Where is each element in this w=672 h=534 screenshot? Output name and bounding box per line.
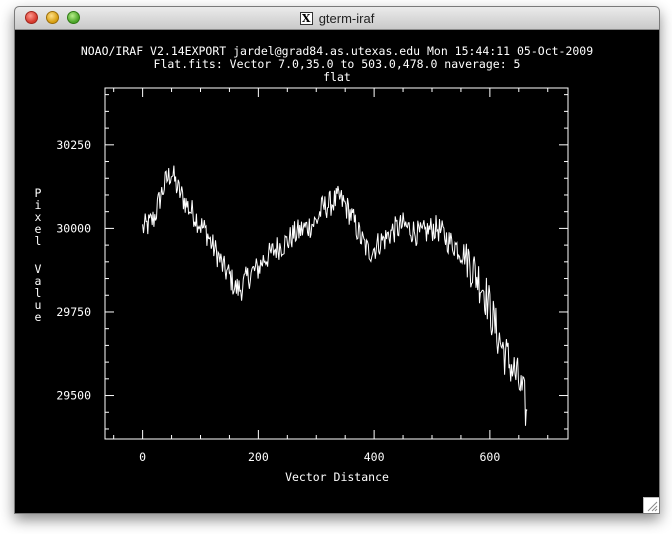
y-tick-label: 30250 [56, 138, 91, 152]
y-tick-label: 29750 [56, 305, 91, 319]
resize-grip-icon [647, 501, 658, 512]
gterm-iraf-window: X gterm-iraf NOAO/IRAF V2.14EXPORT jarde… [14, 6, 660, 514]
y-tick-label: 30000 [56, 221, 91, 235]
x-tick-label: 400 [364, 450, 385, 464]
plot-title: flat [323, 70, 351, 84]
x-tick-label: 200 [248, 450, 269, 464]
axis-ticks [105, 88, 568, 439]
x-tick-labels: 0 200 400 600 [139, 450, 500, 464]
y-tick-label: 29500 [56, 389, 91, 403]
x11-icon: X [299, 11, 313, 25]
y-tick-labels: 29500 29750 30000 30250 [56, 138, 91, 403]
series-line [142, 165, 528, 426]
title-bar[interactable]: X gterm-iraf [15, 7, 659, 30]
x-tick-label: 600 [479, 450, 500, 464]
y-axis-label-char: l [35, 234, 42, 248]
plot-frame [104, 87, 569, 440]
x-axis-label: Vector Distance [285, 470, 389, 484]
y-axis-label-char: e [35, 310, 42, 324]
plot-header-line2: Flat.fits: Vector 7.0,35.0 to 503.0,478.… [154, 57, 521, 71]
plot-header-line1: NOAO/IRAF V2.14EXPORT jardel@grad84.as.u… [81, 44, 593, 58]
y-axis-label: PixelValue [35, 186, 42, 324]
window-title: gterm-iraf [318, 10, 375, 26]
x-tick-label: 0 [139, 450, 146, 464]
resize-grip[interactable] [643, 497, 659, 513]
plot-canvas: NOAO/IRAF V2.14EXPORT jardel@grad84.as.u… [35, 44, 594, 484]
title-wrap: X gterm-iraf [15, 7, 659, 29]
